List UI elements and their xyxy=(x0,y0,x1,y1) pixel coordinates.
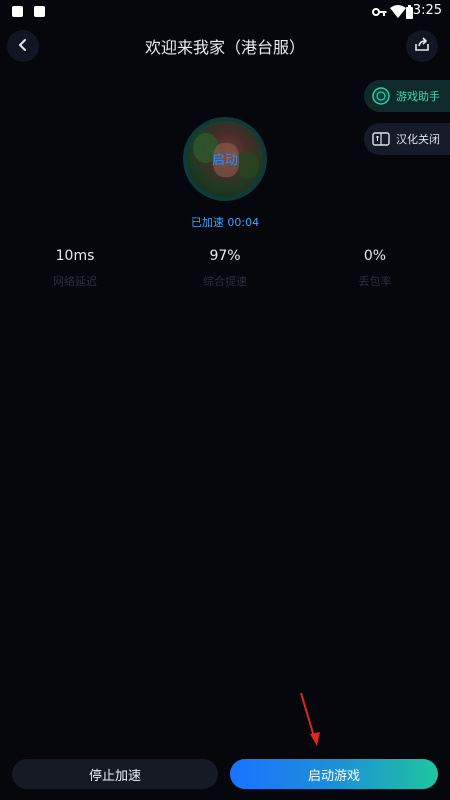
stop-acceleration-button[interactable]: 停止加速 xyxy=(12,759,218,789)
stat-value: 0% xyxy=(363,248,387,264)
share-icon xyxy=(414,36,430,56)
app-screen: 3:25 欢迎来我家（港台服） 游戏助手 汉化关闭 启动 已加速 00:04 1… xyxy=(0,0,450,800)
game-icon-label: 启动 xyxy=(211,153,238,168)
status-bar: 3:25 xyxy=(0,0,450,24)
translation-toggle-button[interactable]: 汉化关闭 xyxy=(364,123,450,155)
translation-toggle-label: 汉化关闭 xyxy=(396,133,440,146)
launch-game-button[interactable]: 启动游戏 xyxy=(230,759,438,789)
status-time: 3:25 xyxy=(412,3,442,18)
assistant-ring-icon xyxy=(370,85,392,107)
stat-value: 97% xyxy=(209,248,241,264)
notification-icon xyxy=(12,6,23,17)
stat-label: 丢包率 xyxy=(358,275,392,288)
stat-value: 10ms xyxy=(55,248,95,264)
page-title: 欢迎来我家（港台服） xyxy=(144,38,305,57)
stat-label: 网络延迟 xyxy=(53,275,97,288)
game-assistant-button[interactable]: 游戏助手 xyxy=(364,80,450,112)
key-icon xyxy=(372,4,388,23)
translate-icon xyxy=(370,128,392,150)
back-button[interactable] xyxy=(7,30,39,62)
notification-icon xyxy=(34,6,45,17)
annotation-arrow xyxy=(300,692,320,746)
wifi-icon xyxy=(390,4,406,23)
chevron-left-icon xyxy=(16,37,30,56)
game-assistant-label: 游戏助手 xyxy=(396,90,440,103)
stats-row: 10ms 网络延迟 97% 综合提速 0% 丢包率 xyxy=(0,248,450,298)
share-button[interactable] xyxy=(406,30,438,62)
stat-latency: 10ms 网络延迟 xyxy=(15,248,135,289)
game-icon-button[interactable]: 启动 xyxy=(183,117,267,201)
app-header: 欢迎来我家（港台服） xyxy=(0,24,450,68)
stat-packet-loss: 0% 丢包率 xyxy=(315,248,435,289)
stat-speedup: 97% 综合提速 xyxy=(165,248,285,289)
acceleration-status: 已加速 00:04 xyxy=(190,216,260,229)
stat-label: 综合提速 xyxy=(203,275,247,288)
